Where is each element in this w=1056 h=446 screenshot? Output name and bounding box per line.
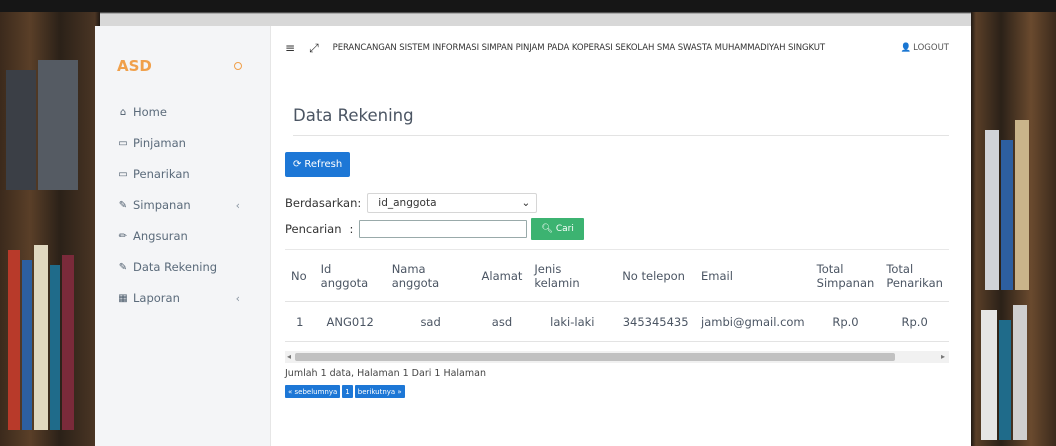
column-header: Jenis kelamin xyxy=(528,249,617,302)
bookshelf-left xyxy=(0,10,95,446)
calendar-icon: ▦ xyxy=(118,292,128,304)
column-header: Alamat xyxy=(475,249,529,302)
sidebar-item-label: Pinjaman xyxy=(133,136,186,150)
pencil-icon: ✏ xyxy=(118,230,128,242)
column-header: Total Simpanan xyxy=(810,249,881,302)
cell-nama-anggota: sad xyxy=(385,301,476,342)
table-summary: Jumlah 1 data, Halaman 1 Dari 1 Halaman xyxy=(285,368,486,379)
sidebar-item-label: Home xyxy=(133,105,167,119)
scroll-right-icon[interactable]: ▸ xyxy=(941,351,945,363)
page-1-button[interactable]: 1 xyxy=(342,385,353,398)
cell-id-anggota: ANG012 xyxy=(314,301,386,342)
brand-name[interactable]: ASD xyxy=(117,57,152,75)
cell-alamat: asd xyxy=(475,301,529,342)
filter-value: id_anggota xyxy=(378,197,437,209)
sidebar-item-penarikan[interactable]: ▭ Penarikan xyxy=(117,163,248,185)
cell-no: 1 xyxy=(285,301,315,342)
bookshelf-right xyxy=(971,10,1056,446)
chevron-left-icon: ‹ xyxy=(235,291,240,305)
app-window: ASD ⌂ Home ▭ Pinjaman ▭ Penarikan ✎ Simpanan… xyxy=(95,26,971,446)
cell-total-simpanan: Rp.0 xyxy=(810,301,881,342)
sidebar-item-pinjaman[interactable]: ▭ Pinjaman xyxy=(117,132,248,154)
refresh-label: Refresh xyxy=(304,159,343,170)
expand-icon[interactable]: ⤢ xyxy=(309,41,319,56)
table-row: 1 ANG012 sad asd laki-laki 345345435 jam… xyxy=(285,301,949,342)
filter-row: Berdasarkan: id_anggota ⌄ xyxy=(285,193,949,213)
search-row: Pencarian : 🔍︎ Cari xyxy=(285,218,949,240)
chevron-down-icon: ⌄ xyxy=(521,197,531,209)
column-header: No xyxy=(285,249,315,302)
accounts-table: No Id anggota Nama anggota Alamat Jenis … xyxy=(285,249,949,342)
column-header: Email xyxy=(695,249,811,302)
top-bar xyxy=(0,0,1056,12)
sidebar-item-label: Angsuran xyxy=(133,229,188,243)
search-colon: : xyxy=(349,222,354,236)
table-header-row: No Id anggota Nama anggota Alamat Jenis … xyxy=(285,249,949,302)
brand: ASD xyxy=(117,57,248,75)
edit-icon: ✎ xyxy=(118,199,128,211)
top-header: ≡ ⤢ PERANCANGAN SISTEM INFORMASI SIMPAN … xyxy=(285,26,949,70)
sidebar-item-home[interactable]: ⌂ Home xyxy=(117,101,248,123)
main-content: ≡ ⤢ PERANCANGAN SISTEM INFORMASI SIMPAN … xyxy=(271,26,971,446)
refresh-button[interactable]: ⟳ Refresh xyxy=(285,152,351,177)
home-icon: ⌂ xyxy=(119,106,127,118)
cell-jenis-kelamin: laki-laki xyxy=(528,301,617,342)
filter-select[interactable]: id_anggota ⌄ xyxy=(367,193,538,213)
column-header: No telepon xyxy=(616,249,696,302)
scroll-thumb[interactable] xyxy=(295,353,895,361)
menu-icon[interactable]: ≡ xyxy=(285,41,295,55)
sidebar-item-label: Data Rekening xyxy=(133,260,218,274)
sidebar: ASD ⌂ Home ▭ Pinjaman ▭ Penarikan ✎ Simpanan… xyxy=(95,26,271,446)
column-header: Id anggota xyxy=(314,249,386,302)
sidebar-item-angsuran[interactable]: ✏ Angsuran xyxy=(117,225,248,247)
logout-label: LOGOUT xyxy=(913,43,949,53)
column-header: Total Penarikan xyxy=(880,249,949,302)
filter-label: Berdasarkan: xyxy=(285,196,362,210)
refresh-icon: ⟳ xyxy=(293,159,302,170)
sidebar-item-simpanan[interactable]: ✎ Simpanan ‹ xyxy=(117,194,248,216)
edit-icon: ✎ xyxy=(118,261,128,273)
search-label: Pencarian xyxy=(285,222,342,236)
search-icon: 🔍︎ xyxy=(541,224,553,234)
card-icon: ▭ xyxy=(118,137,128,149)
search-input[interactable] xyxy=(359,220,528,238)
pagination: « sebelumnya 1 berikutnya » xyxy=(285,385,949,398)
sidebar-item-label: Penarikan xyxy=(133,167,190,181)
logout-button[interactable]: 👤 LOGOUT xyxy=(901,43,949,53)
card-icon: ▭ xyxy=(118,168,128,180)
column-header: Nama anggota xyxy=(385,249,476,302)
prev-page-button[interactable]: « sebelumnya xyxy=(285,385,341,398)
cell-email: jambi@gmail.com xyxy=(695,301,811,342)
sidebar-toggle-icon[interactable] xyxy=(234,62,242,70)
search-button[interactable]: 🔍︎ Cari xyxy=(531,218,584,240)
cell-total-penarikan: Rp.0 xyxy=(880,301,949,342)
sidebar-item-label: Laporan xyxy=(133,291,180,305)
page-title: Data Rekening xyxy=(293,106,414,125)
chevron-left-icon: ‹ xyxy=(235,198,240,212)
sidebar-item-data-rekening[interactable]: ✎ Data Rekening xyxy=(117,256,248,278)
search-button-label: Cari xyxy=(555,224,574,234)
cell-no-telepon: 345345435 xyxy=(616,301,696,342)
horizontal-scrollbar[interactable]: ◂ ▸ xyxy=(285,351,949,363)
sidebar-item-laporan[interactable]: ▦ Laporan ‹ xyxy=(117,287,248,309)
sidebar-item-label: Simpanan xyxy=(133,198,191,212)
user-icon: 👤 xyxy=(900,43,912,53)
divider xyxy=(293,135,949,136)
scroll-left-icon[interactable]: ◂ xyxy=(287,351,291,363)
next-page-button[interactable]: berikutnya » xyxy=(354,385,405,398)
app-title: PERANCANGAN SISTEM INFORMASI SIMPAN PINJ… xyxy=(332,43,825,53)
